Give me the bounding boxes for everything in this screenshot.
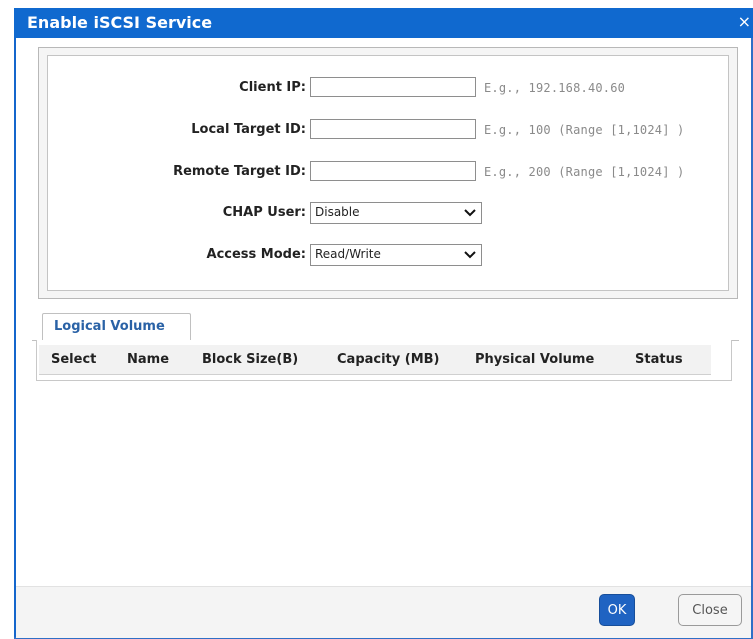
remote-target-id-hint: E.g., 200 (Range [1,1024] ) — [484, 165, 685, 179]
client-ip-input[interactable] — [310, 77, 476, 97]
local-target-id-input[interactable] — [310, 119, 476, 139]
chevron-down-icon — [464, 209, 476, 217]
dialog-footer: OK Close — [16, 586, 751, 638]
settings-form: Client IP: E.g., 192.168.40.60 Local Tar… — [47, 55, 729, 291]
settings-panel: Client IP: E.g., 192.168.40.60 Local Tar… — [38, 47, 738, 299]
logical-volume-table: Select Name Block Size(B) Capacity (MB) … — [36, 340, 732, 381]
access-mode-label: Access Mode: — [206, 247, 306, 262]
ok-button[interactable]: OK — [599, 594, 635, 626]
chevron-down-icon — [464, 251, 476, 259]
column-header-block-size[interactable]: Block Size(B) — [202, 352, 298, 367]
enable-iscsi-dialog: Enable iSCSI Service × Client IP: E.g., … — [0, 0, 753, 639]
local-target-id-row: Local Target ID: E.g., 100 (Range [1,102… — [48, 119, 728, 143]
access-mode-select[interactable]: Read/Write — [310, 244, 482, 266]
client-ip-hint: E.g., 192.168.40.60 — [484, 81, 626, 95]
access-mode-value: Read/Write — [315, 247, 381, 261]
remote-target-id-row: Remote Target ID: E.g., 200 (Range [1,10… — [48, 161, 728, 185]
client-ip-label: Client IP: — [239, 80, 306, 95]
client-ip-row: Client IP: E.g., 192.168.40.60 — [48, 77, 728, 101]
tab-logical-volume[interactable]: Logical Volume — [42, 313, 191, 341]
column-header-select[interactable]: Select — [51, 352, 96, 367]
remote-target-id-input[interactable] — [310, 161, 476, 181]
remote-target-id-label: Remote Target ID: — [173, 164, 306, 179]
tab-label: Logical Volume — [54, 319, 165, 334]
dialog-title: Enable iSCSI Service — [27, 13, 213, 32]
column-header-physical-volume[interactable]: Physical Volume — [475, 352, 594, 367]
chap-user-label: CHAP User: — [222, 205, 306, 220]
local-target-id-hint: E.g., 100 (Range [1,1024] ) — [484, 123, 685, 137]
table-header: Select Name Block Size(B) Capacity (MB) … — [39, 345, 711, 375]
chap-user-value: Disable — [315, 205, 360, 219]
chap-user-row: CHAP User: Disable — [48, 202, 728, 226]
column-header-name[interactable]: Name — [127, 352, 169, 367]
close-button[interactable]: Close — [678, 594, 742, 626]
dialog-border-left — [14, 38, 16, 639]
access-mode-row: Access Mode: Read/Write — [48, 244, 728, 268]
dialog-titlebar[interactable]: Enable iSCSI Service × — [14, 8, 753, 38]
chap-user-select[interactable]: Disable — [310, 202, 482, 224]
local-target-id-label: Local Target ID: — [191, 122, 306, 137]
close-icon[interactable]: × — [738, 12, 751, 31]
column-header-capacity[interactable]: Capacity (MB) — [337, 352, 440, 367]
column-header-status[interactable]: Status — [635, 352, 683, 367]
